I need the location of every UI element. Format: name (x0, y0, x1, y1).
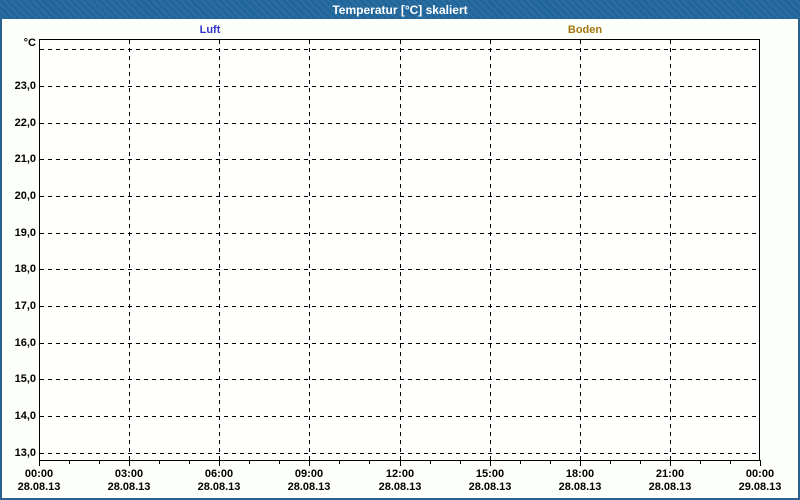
x-axis-minor-tick (700, 460, 701, 464)
x-axis-major-tick (309, 460, 310, 466)
x-axis-major-tick (580, 460, 581, 466)
x-tick-time-label: 03:00 (114, 468, 144, 480)
chart-window: Temperatur [°C] skaliert Luft Boden °C 2… (0, 0, 800, 500)
x-axis-minor-tick (159, 460, 160, 464)
x-tick-date-label: 28.08.13 (287, 481, 331, 493)
x-axis-minor-tick (249, 460, 250, 464)
gridline-vertical (490, 40, 491, 460)
y-tick-label: 20,0 (14, 190, 36, 202)
x-tick-date-label: 29.08.13 (738, 481, 782, 493)
y-tick-label: 17,0 (14, 300, 36, 312)
x-tick-date-label: 28.08.13 (468, 481, 512, 493)
x-axis-minor-tick (99, 460, 100, 464)
gridline-vertical (670, 40, 671, 460)
y-tick-label: 23,0 (14, 80, 36, 92)
x-tick-time-label: 00:00 (745, 468, 775, 480)
y-axis-unit-label: °C (23, 37, 36, 49)
gridline-vertical (400, 40, 401, 460)
x-axis-minor-tick (460, 460, 461, 464)
x-tick-date-label: 28.08.13 (558, 481, 602, 493)
x-tick-date-label: 28.08.13 (17, 481, 61, 493)
x-axis-minor-tick (610, 460, 611, 464)
x-axis-major-tick (760, 460, 761, 466)
x-tick-date-label: 28.08.13 (378, 481, 422, 493)
x-tick-date-label: 28.08.13 (197, 481, 241, 493)
x-axis-minor-tick (69, 460, 70, 464)
gridline-vertical (580, 40, 581, 460)
legend-item-luft: Luft (199, 24, 221, 36)
y-tick-label: 13,0 (14, 447, 36, 459)
x-axis-minor-tick (640, 460, 641, 464)
legend-item-boden: Boden (567, 24, 603, 36)
x-tick-time-label: 06:00 (204, 468, 234, 480)
x-axis-major-tick (670, 460, 671, 466)
x-tick-time-label: 15:00 (475, 468, 505, 480)
gridline-vertical (129, 40, 130, 460)
x-axis-minor-tick (369, 460, 370, 464)
y-tick-label: 14,0 (14, 410, 36, 422)
x-axis-minor-tick (339, 460, 340, 464)
y-tick-label: 15,0 (14, 373, 36, 385)
x-tick-time-label: 18:00 (565, 468, 595, 480)
x-tick-date-label: 28.08.13 (648, 481, 692, 493)
x-axis-minor-tick (189, 460, 190, 464)
x-axis-major-tick (219, 460, 220, 466)
x-tick-time-label: 00:00 (24, 468, 54, 480)
title-bar: Temperatur [°C] skaliert (0, 0, 800, 19)
y-tick-label: 18,0 (14, 263, 36, 275)
x-tick-time-label: 09:00 (294, 468, 324, 480)
x-tick-time-label: 12:00 (385, 468, 415, 480)
x-axis-major-tick (129, 460, 130, 466)
window-title: Temperatur [°C] skaliert (332, 2, 468, 17)
y-tick-label: 19,0 (14, 227, 36, 239)
y-tick-label: 16,0 (14, 337, 36, 349)
x-axis-minor-tick (430, 460, 431, 464)
x-axis-major-tick (39, 460, 40, 466)
y-tick-label: 21,0 (14, 153, 36, 165)
x-axis-minor-tick (279, 460, 280, 464)
x-axis-major-tick (490, 460, 491, 466)
x-axis-minor-tick (550, 460, 551, 464)
x-axis-major-tick (400, 460, 401, 466)
x-axis-minor-tick (730, 460, 731, 464)
x-tick-date-label: 28.08.13 (107, 481, 151, 493)
y-tick-label: 22,0 (14, 117, 36, 129)
x-axis-minor-tick (520, 460, 521, 464)
gridline-vertical (219, 40, 220, 460)
x-tick-time-label: 21:00 (655, 468, 685, 480)
gridline-vertical (309, 40, 310, 460)
